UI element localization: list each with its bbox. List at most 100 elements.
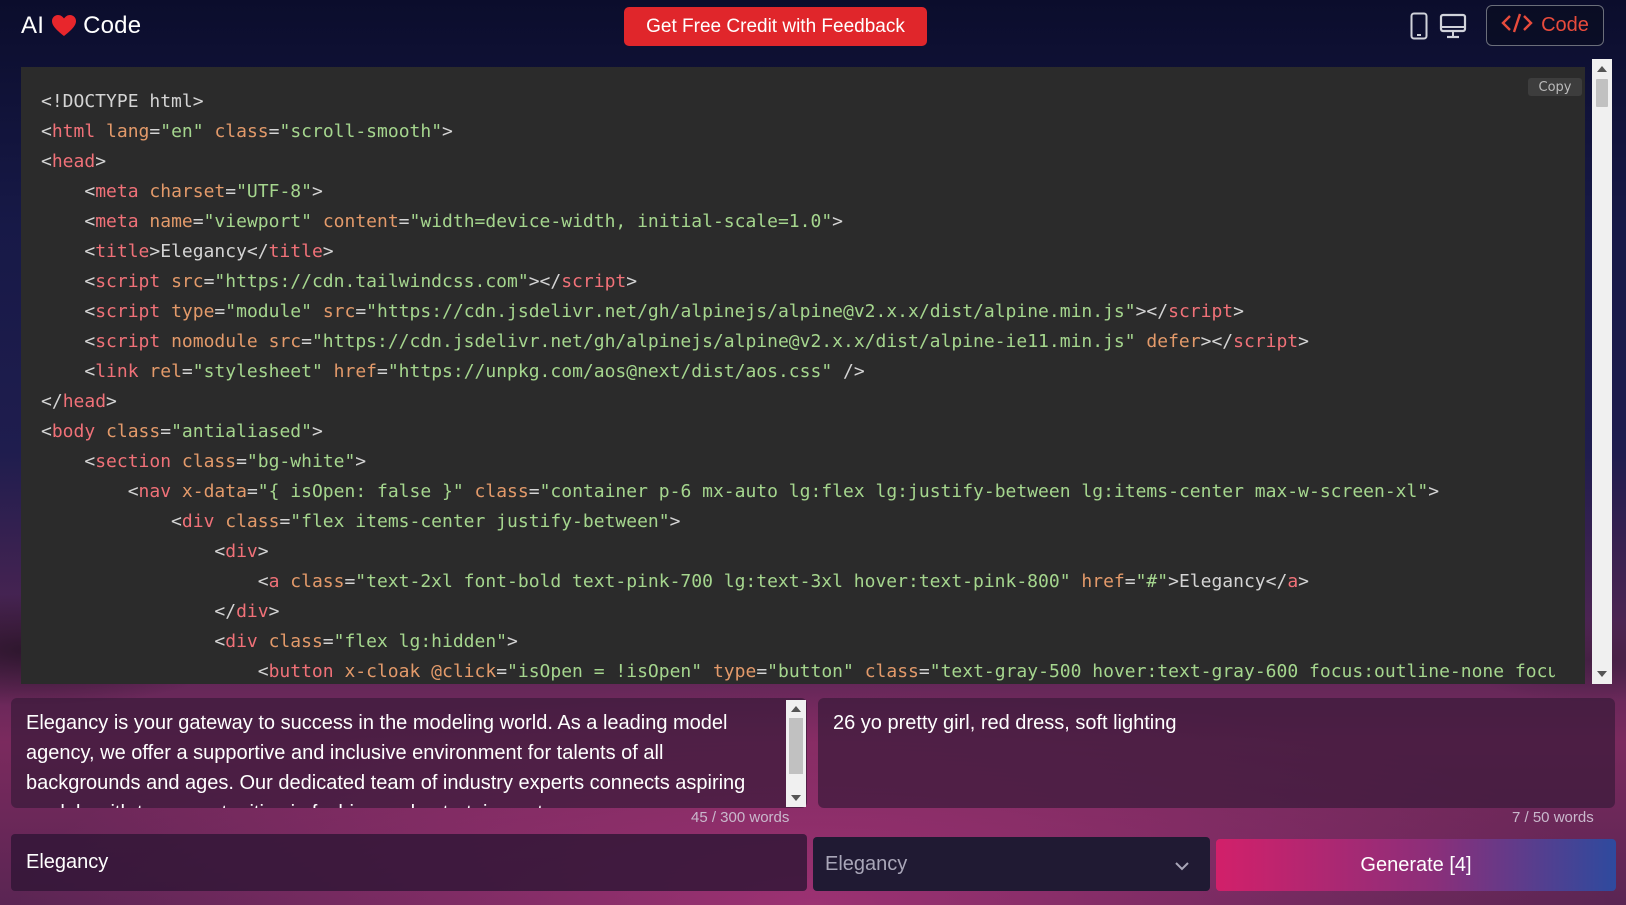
code-token: =: [377, 361, 388, 382]
image-prompt-textarea[interactable]: 26 yo pretty girl, red dress, soft light…: [818, 698, 1615, 808]
code-token: =: [225, 181, 237, 202]
scroll-down-arrow-icon[interactable]: [1597, 671, 1607, 677]
code-token: lang: [106, 121, 150, 142]
chevron-down-icon: [1174, 854, 1190, 877]
code-token: <: [41, 481, 139, 502]
code-token: <: [41, 271, 96, 292]
code-token: x-cloak: [344, 661, 421, 682]
code-token: script: [95, 331, 161, 352]
prompt-word-counter: 7 / 50 words: [1512, 809, 1594, 826]
code-token: class: [474, 481, 529, 502]
code-token: ></: [1135, 301, 1169, 322]
code-token: =: [268, 121, 280, 142]
code-line: <meta charset="UTF-8">: [41, 177, 1555, 207]
code-token: =: [496, 661, 508, 682]
code-content[interactable]: <!DOCTYPE html> <html lang="en" class="sc…: [41, 87, 1555, 684]
code-token: =: [203, 271, 215, 292]
code-token: class: [290, 571, 345, 592]
code-token: =: [1124, 571, 1136, 592]
description-scrollbar[interactable]: [786, 700, 806, 807]
copy-button[interactable]: Copy: [1528, 78, 1582, 96]
code-line: </div>: [41, 597, 1555, 627]
get-free-credit-button[interactable]: Get Free Credit with Feedback: [624, 7, 927, 46]
code-token: class: [106, 421, 161, 442]
code-scrollbar[interactable]: [1592, 59, 1612, 684]
code-token: "text-gray-500 hover:text-gray-600 focus…: [929, 661, 1555, 682]
code-token: script: [1233, 331, 1299, 352]
generate-button[interactable]: Generate [4]: [1216, 839, 1616, 891]
code-token: body: [51, 421, 96, 442]
code-token: =: [756, 661, 768, 682]
code-token: "flex items-center justify-between": [290, 511, 670, 532]
code-token: =: [160, 421, 172, 442]
code-token: script: [561, 271, 627, 292]
code-token: <: [41, 571, 269, 592]
code-token: >: [1298, 571, 1310, 592]
description-text: Elegancy is your gateway to success in t…: [26, 712, 746, 808]
code-token: >: [507, 631, 518, 652]
code-token: =: [918, 661, 930, 682]
code-brackets-icon: [1501, 12, 1533, 40]
code-token: meta: [95, 181, 139, 202]
code-token: <: [41, 541, 226, 562]
scroll-up-arrow-icon[interactable]: [791, 706, 801, 712]
scroll-down-arrow-icon[interactable]: [791, 795, 801, 801]
code-token: title: [95, 241, 150, 262]
code-token: "https://cdn.jsdelivr.net/gh/alpinejs/al…: [311, 331, 1136, 352]
code-token: href: [333, 361, 377, 382]
code-view-toggle[interactable]: Code: [1486, 5, 1604, 46]
code-token: =: [398, 211, 410, 232]
code-token: href: [1081, 571, 1125, 592]
code-token: >: [322, 241, 334, 262]
template-select[interactable]: Elegancy: [813, 837, 1210, 891]
code-token: <: [41, 661, 269, 682]
code-token: script: [1168, 301, 1234, 322]
code-line: <script type="module" src="https://cdn.j…: [41, 297, 1555, 327]
code-token: div: [236, 601, 269, 622]
code-token: head: [62, 391, 107, 412]
code-token: link: [95, 361, 139, 382]
scroll-up-arrow-icon[interactable]: [1597, 66, 1607, 72]
code-token: >: [95, 151, 107, 172]
code-token: title: [268, 241, 323, 262]
scroll-thumb[interactable]: [789, 718, 803, 774]
code-token: button: [268, 661, 334, 682]
code-token: <: [41, 151, 52, 172]
description-textarea[interactable]: Elegancy is your gateway to success in t…: [11, 698, 807, 808]
code-token: <: [41, 121, 52, 142]
code-token: src: [322, 301, 356, 322]
code-token: <: [41, 181, 96, 202]
code-token: <: [41, 451, 96, 472]
code-token: "flex lg:hidden": [333, 631, 508, 652]
code-token: =: [279, 511, 291, 532]
code-token: =: [246, 481, 258, 502]
code-token: class: [864, 661, 919, 682]
code-line: <button x-cloak @click="isOpen = !isOpen…: [41, 657, 1555, 684]
code-line: <a class="text-2xl font-bold text-pink-7…: [41, 567, 1555, 597]
code-token: class: [268, 631, 323, 652]
code-token: <: [41, 301, 96, 322]
code-token: >: [257, 541, 269, 562]
code-token: script: [95, 271, 161, 292]
code-panel[interactable]: <!DOCTYPE html> <html lang="en" class="sc…: [21, 67, 1585, 684]
site-name-input[interactable]: [11, 834, 807, 891]
scroll-thumb[interactable]: [1596, 79, 1608, 107]
mobile-view-icon[interactable]: [1404, 11, 1434, 41]
code-token: =: [181, 361, 193, 382]
code-line: <div class="flex items-center justify-be…: [41, 507, 1555, 537]
app-logo[interactable]: AI Code: [21, 10, 141, 42]
code-token: "stylesheet": [192, 361, 323, 382]
code-token: >: [311, 421, 323, 442]
code-token: <: [41, 241, 96, 262]
desktop-view-icon[interactable]: [1438, 11, 1468, 41]
code-token: =: [344, 571, 356, 592]
